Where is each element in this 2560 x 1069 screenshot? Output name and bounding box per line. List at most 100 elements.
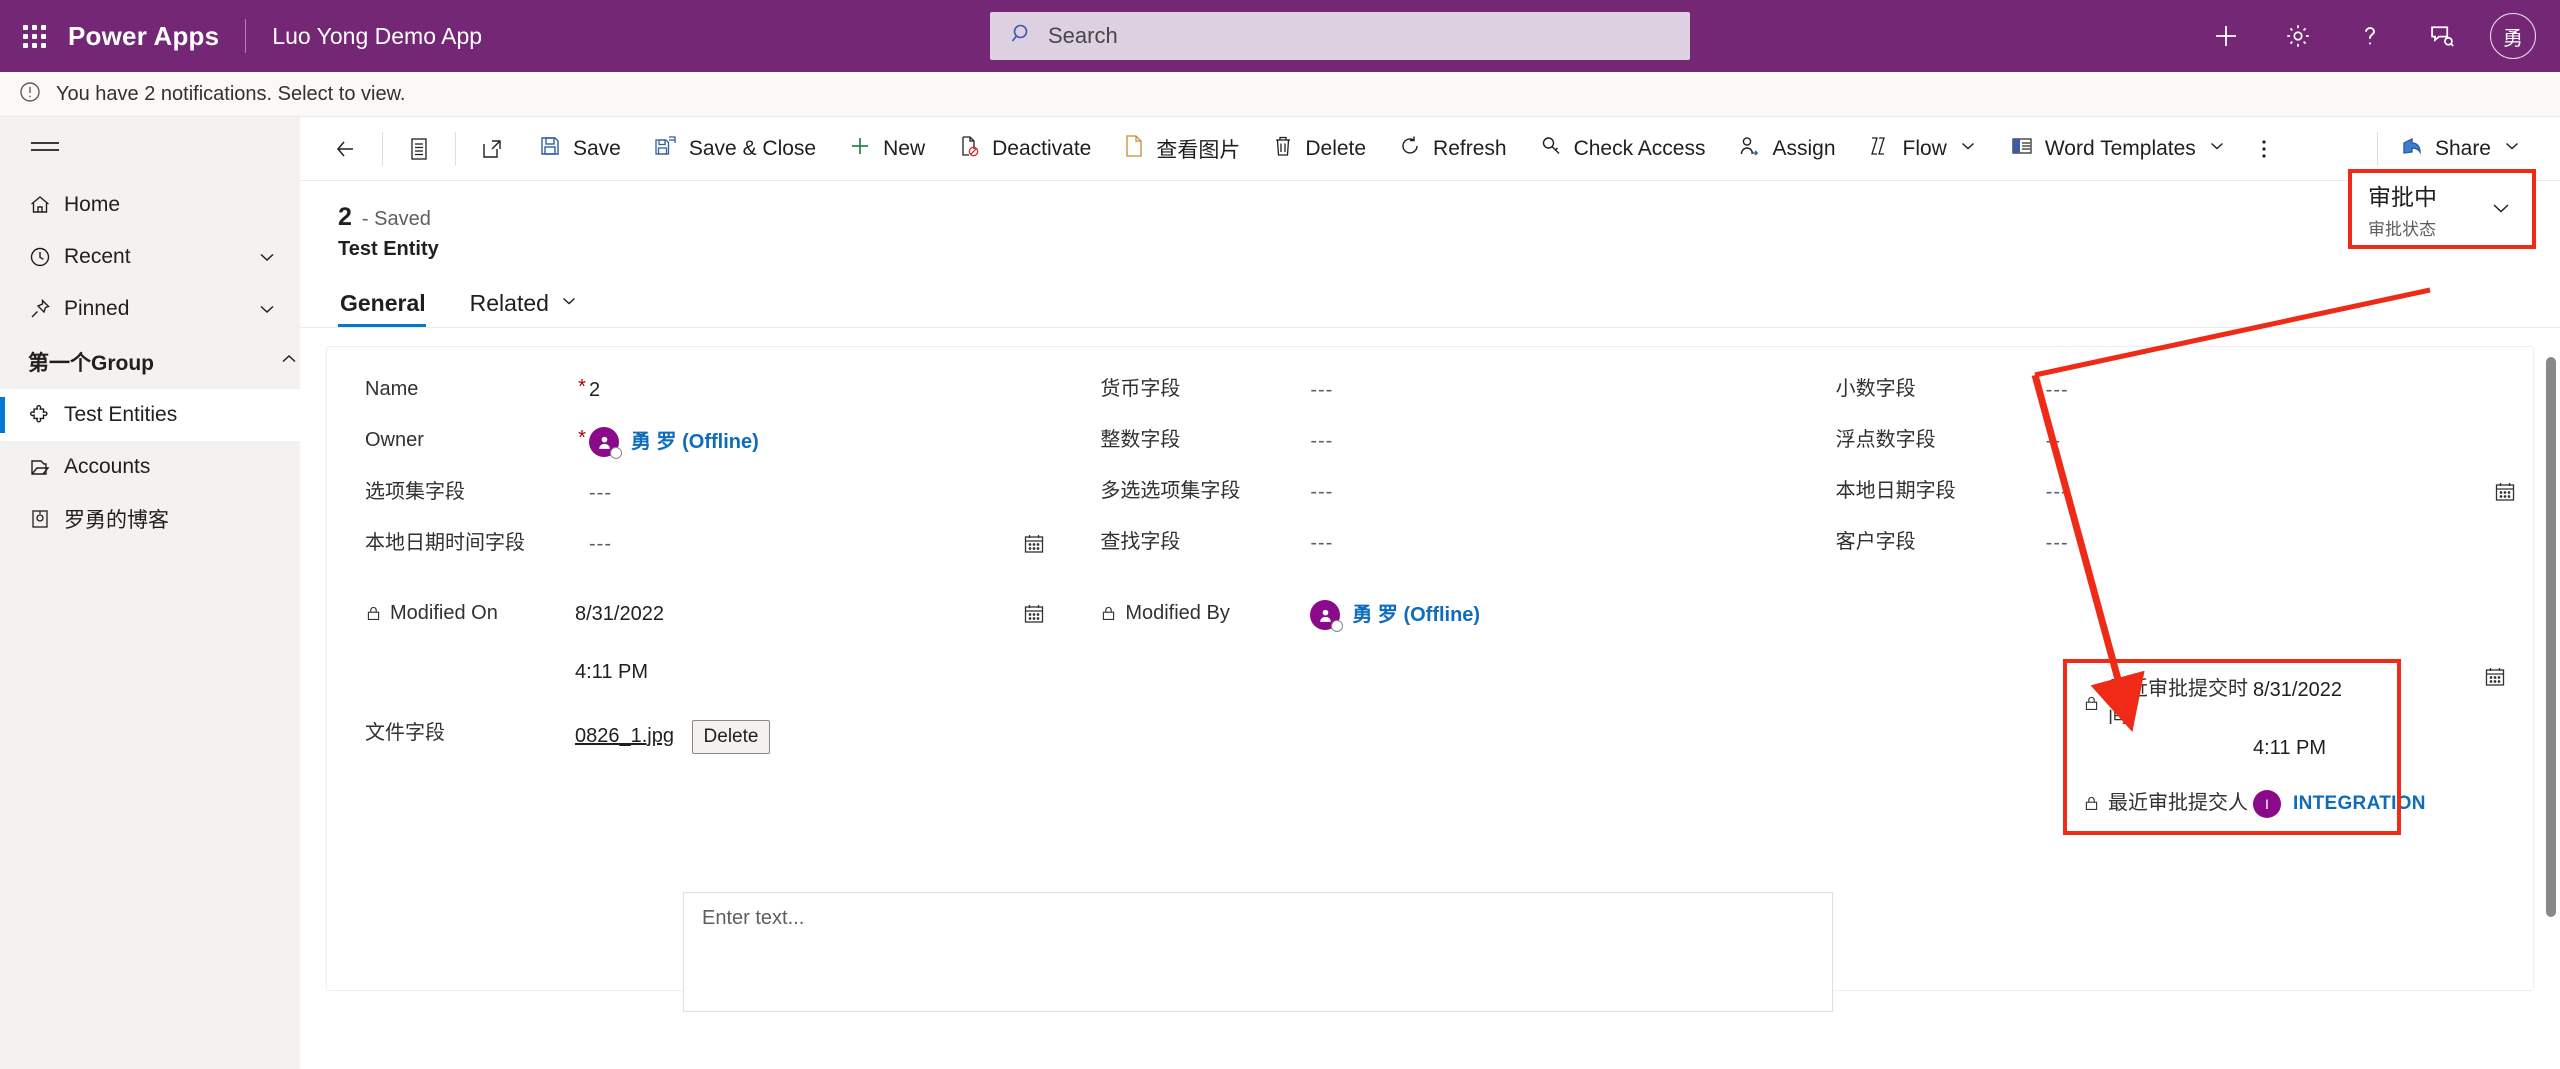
tab-bar: General Related	[300, 283, 2560, 327]
flow-label: Flow	[1902, 136, 1947, 160]
view-image-button[interactable]: 查看图片	[1107, 117, 1256, 181]
chevron-down-icon[interactable]	[2207, 136, 2227, 162]
sidebar-item-blog[interactable]: 罗勇的博客	[0, 493, 300, 545]
delete-button[interactable]: Delete	[1256, 117, 1382, 181]
calendar-icon[interactable]	[1006, 530, 1062, 556]
form-column-1: Name * 2 Owner * 勇 罗 (Offline) 选项集字段 ---…	[327, 365, 1062, 570]
field-value[interactable]: 2	[589, 376, 1062, 405]
field-integer: 整数字段 ---	[1062, 416, 1797, 467]
command-divider	[455, 131, 456, 166]
field-value[interactable]: ---	[2046, 529, 2533, 558]
person-chip[interactable]: 勇 罗 (Offline)	[589, 427, 1062, 459]
calendar-icon[interactable]	[1006, 600, 1062, 626]
field-label: Name	[365, 378, 419, 400]
person-name[interactable]: 勇 罗 (Offline)	[1352, 601, 1480, 630]
calendar-icon[interactable]	[2483, 665, 2507, 694]
modified-on-time: 4:11 PM	[575, 661, 648, 683]
more-vertical-icon[interactable]	[2243, 117, 2285, 181]
vertical-scrollbar[interactable]	[2544, 357, 2558, 1057]
avatar	[589, 427, 622, 459]
share-button[interactable]: Share	[2384, 117, 2538, 181]
form-card: Name * 2 Owner * 勇 罗 (Offline) 选项集字段 ---…	[326, 346, 2534, 1012]
record-title-line: 2 - Saved	[338, 203, 2560, 232]
check-access-label: Check Access	[1573, 136, 1706, 160]
person-chip[interactable]: 勇 罗 (Offline)	[1310, 600, 1797, 632]
field-value[interactable]: ---	[589, 530, 1006, 559]
share-icon	[2400, 134, 2424, 164]
field-value[interactable]: ---	[1310, 478, 1797, 507]
chevron-down-icon[interactable]	[559, 290, 579, 317]
back-arrow-icon[interactable]	[314, 117, 376, 181]
flow-button[interactable]: Flow	[1852, 117, 1994, 181]
file-link[interactable]: 0826_1.jpg	[575, 725, 674, 747]
plus-icon[interactable]	[2190, 0, 2262, 72]
person-chip[interactable]: I INTEGRATION	[2253, 790, 2426, 818]
approval-status-chip[interactable]: 审批中 审批状态	[2348, 169, 2536, 249]
field-local-date: 本地日期字段 ---	[1798, 467, 2533, 518]
required-indicator: *	[578, 427, 586, 449]
sidebar-item-pinned[interactable]: Pinned	[0, 283, 300, 335]
notes-textarea[interactable]: Enter text...	[683, 892, 1833, 1012]
chevron-down-icon[interactable]	[256, 246, 300, 268]
field-value[interactable]: ---	[1310, 529, 1797, 558]
app-name[interactable]: Luo Yong Demo App	[246, 23, 482, 50]
delete-label: Delete	[1305, 136, 1367, 160]
search-placeholder: Search	[1048, 23, 1118, 48]
chevron-down-icon[interactable]	[2502, 136, 2522, 162]
question-mark-icon[interactable]	[2334, 0, 2406, 72]
sidebar-item-home[interactable]: Home	[0, 179, 300, 231]
field-value[interactable]: ---	[2046, 376, 2533, 405]
popout-icon[interactable]	[462, 117, 522, 181]
scrollbar-thumb[interactable]	[2546, 357, 2556, 917]
delete-file-button[interactable]: Delete	[691, 720, 771, 754]
chevron-down-icon[interactable]	[2488, 195, 2514, 226]
field-value[interactable]: --	[2046, 427, 2533, 456]
avatar[interactable]: 勇	[2490, 13, 2536, 59]
chevron-up-icon[interactable]	[278, 348, 300, 376]
required-indicator: *	[578, 376, 586, 398]
approval-time: 4:11 PM	[2253, 737, 2326, 759]
tab-general[interactable]: General	[338, 290, 440, 327]
calendar-icon[interactable]	[2477, 478, 2533, 504]
assign-button[interactable]: Assign	[1721, 117, 1851, 181]
sidebar-item-recent[interactable]: Recent	[0, 231, 300, 283]
feedback-icon[interactable]	[2406, 0, 2478, 72]
form-column-2: 货币字段 --- 整数字段 --- 多选选项集字段 --- 查找字段 ---	[1062, 365, 1797, 570]
avatar	[1310, 600, 1344, 632]
chevron-down-icon[interactable]	[256, 298, 300, 320]
key-icon	[1539, 134, 1563, 164]
sidebar-item-test-entities[interactable]: Test Entities	[0, 389, 300, 441]
lock-icon	[2083, 695, 2100, 712]
field-value[interactable]: 8/31/2022 4:11 PM	[575, 600, 1006, 687]
person-name[interactable]: INTEGRATION	[2293, 790, 2426, 818]
field-float: 浮点数字段 --	[1798, 416, 2533, 467]
save-button[interactable]: Save	[522, 117, 637, 181]
field-value[interactable]: ---	[1310, 376, 1797, 405]
form-selector-icon[interactable]	[389, 117, 449, 181]
brand-title[interactable]: Power Apps	[68, 21, 245, 52]
sidebar-group-header[interactable]: 第一个Group	[0, 335, 300, 389]
lock-icon	[365, 605, 382, 622]
refresh-button[interactable]: Refresh	[1382, 117, 1523, 181]
field-value[interactable]: ---	[589, 479, 1062, 508]
field-value[interactable]: 8/31/2022 4:11 PM	[2253, 676, 2397, 763]
hamburger-icon[interactable]	[0, 117, 300, 179]
refresh-label: Refresh	[1433, 136, 1507, 160]
field-label: 查找字段	[1100, 531, 1181, 553]
sidebar-item-accounts[interactable]: Accounts	[0, 441, 300, 493]
app-launcher-icon[interactable]	[0, 0, 68, 72]
notification-bar[interactable]: You have 2 notifications. Select to view…	[0, 72, 2560, 117]
account-icon	[28, 455, 64, 479]
chevron-down-icon[interactable]	[1958, 136, 1978, 162]
person-name[interactable]: 勇 罗 (Offline)	[631, 428, 759, 457]
search-input[interactable]: Search	[990, 12, 1690, 60]
deactivate-button[interactable]: Deactivate	[941, 117, 1107, 181]
word-templates-button[interactable]: Word Templates	[1994, 117, 2243, 181]
tab-related[interactable]: Related	[468, 290, 593, 327]
field-value[interactable]: ---	[1310, 427, 1797, 456]
new-button[interactable]: New	[832, 117, 941, 181]
gear-icon[interactable]	[2262, 0, 2334, 72]
check-access-button[interactable]: Check Access	[1523, 117, 1722, 181]
save-and-close-button[interactable]: Save & Close	[637, 117, 832, 181]
field-value[interactable]: ---	[2046, 478, 2477, 507]
